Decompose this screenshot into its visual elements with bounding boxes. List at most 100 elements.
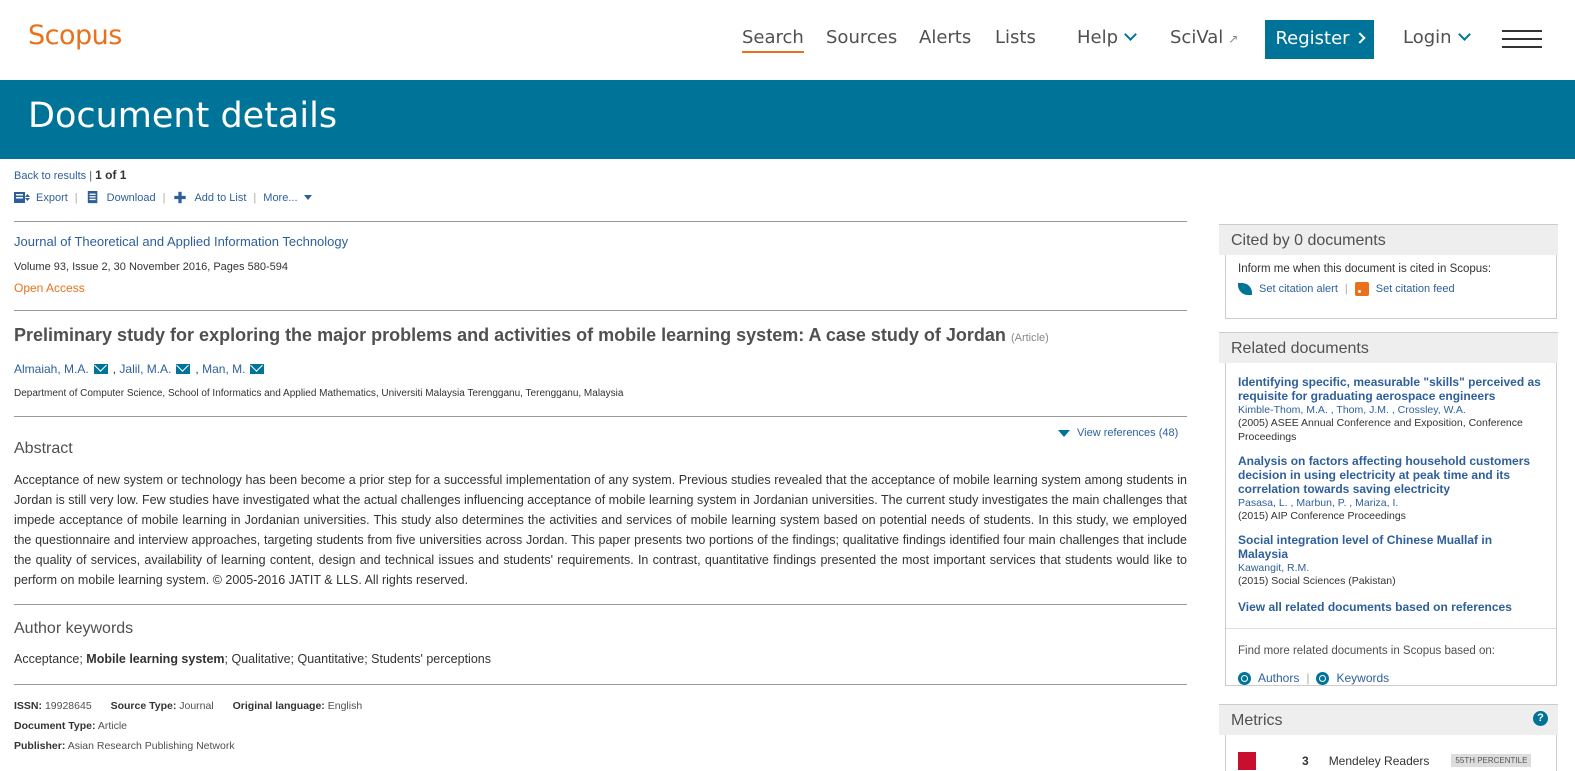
set-citation-alert-link[interactable]: Set citation alert — [1259, 283, 1338, 295]
email-icon[interactable] — [250, 364, 265, 374]
related-doc-source: (2005) ASEE Annual Conference and Exposi… — [1238, 417, 1523, 443]
nav-help[interactable]: Help — [1077, 27, 1137, 48]
alert-bell-icon — [1238, 283, 1252, 295]
cited-by-panel: Cited by 0 documents Inform me when this… — [1219, 224, 1558, 319]
language-value: English — [327, 700, 363, 712]
set-citation-feed-link[interactable]: Set citation feed — [1376, 283, 1455, 295]
source-type-label: Source Type: — [110, 700, 177, 712]
nav-login-label: Login — [1403, 27, 1452, 48]
keyword: Students' perceptions — [371, 652, 491, 666]
scopus-logo[interactable]: Scopus — [28, 20, 122, 51]
related-doc-item: Analysis on factors affecting household … — [1238, 454, 1544, 523]
metrics-panel: Metrics ? 3 Mendeley Readers 55TH PERCEN… — [1219, 704, 1558, 771]
nav-alerts[interactable]: Alerts — [919, 27, 971, 48]
export-button[interactable]: Export — [14, 191, 68, 204]
keyword: Acceptance — [14, 652, 80, 666]
cited-by-inform-text: Inform me when this document is cited in… — [1238, 263, 1492, 275]
author-link[interactable]: Jalil, M.A. — [119, 362, 171, 376]
related-docs-heading: Related documents — [1219, 332, 1558, 363]
results-nav: Back to results | 1 of 1 — [14, 168, 126, 182]
related-docs-panel: Related documents Identifying specific, … — [1219, 332, 1558, 686]
percentile-badge: 55TH PERCENTILE — [1451, 754, 1532, 767]
download-label: Download — [106, 191, 156, 204]
back-to-results-link[interactable]: Back to results — [14, 170, 86, 182]
nav-lists[interactable]: Lists — [995, 27, 1036, 48]
issn-label: ISSN: — [14, 700, 43, 712]
author-link[interactable]: Man, M. — [202, 362, 245, 376]
keyword: Mobile learning system — [86, 652, 225, 666]
search-icon — [1316, 671, 1330, 685]
doc-type-value: Article — [97, 720, 128, 732]
hamburger-menu-icon[interactable] — [1502, 30, 1542, 48]
divider — [14, 604, 1187, 605]
author-separator: , — [112, 362, 117, 376]
related-doc-authors[interactable]: Kimble-Thom, M.A. , Thom, J.M. , Crossle… — [1238, 404, 1544, 416]
document-type: (Article) — [1010, 332, 1049, 344]
related-doc-authors[interactable]: Kawangit, R.M. — [1238, 562, 1544, 574]
language-label: Original language: — [232, 700, 325, 712]
related-doc-authors[interactable]: Pasasa, L. , Marbun, P. , Mariza, I. — [1238, 497, 1544, 509]
author-list: Almaiah, M.A. , Jalil, M.A. , Man, M. — [14, 362, 269, 376]
divider — [14, 684, 1187, 685]
email-icon[interactable] — [176, 364, 191, 374]
nav-search[interactable]: Search — [742, 27, 804, 53]
related-doc-title[interactable]: Identifying specific, measurable "skills… — [1238, 375, 1544, 403]
keywords-heading: Author keywords — [14, 620, 134, 637]
rss-icon — [1354, 282, 1369, 296]
plumx-icon — [1238, 751, 1256, 770]
mendeley-label: Mendeley Readers — [1328, 753, 1430, 768]
metrics-header: Metrics ? — [1219, 704, 1558, 735]
cited-by-heading: Cited by 0 documents — [1219, 224, 1558, 255]
document-title: Preliminary study for exploring the majo… — [14, 325, 1187, 346]
abstract-heading: Abstract — [14, 440, 73, 457]
affiliation: Department of Computer Science, School o… — [14, 388, 624, 399]
register-button[interactable]: Register — [1265, 20, 1374, 59]
related-doc-title[interactable]: Social integration level of Chinese Mual… — [1238, 533, 1544, 561]
nav-scival[interactable]: SciVal ↗ — [1170, 27, 1238, 48]
external-link-icon: ↗ — [1228, 32, 1239, 46]
journal-link[interactable]: Journal of Theoretical and Applied Infor… — [14, 234, 348, 249]
more-label: More... — [263, 191, 298, 204]
triangle-down-icon — [1058, 429, 1070, 437]
more-menu-button[interactable]: More... — [263, 191, 312, 204]
open-access-badge: Open Access — [14, 281, 85, 295]
related-by-keywords-link[interactable]: Keywords — [1336, 671, 1389, 685]
download-icon — [87, 191, 97, 204]
nav-sources[interactable]: Sources — [826, 27, 897, 48]
keyword: Qualitative — [231, 652, 291, 666]
chevron-right-icon — [1353, 32, 1366, 44]
related-doc-item: Identifying specific, measurable "skills… — [1238, 375, 1544, 444]
add-to-list-button[interactable]: Add to List — [172, 191, 246, 204]
help-icon[interactable]: ? — [1533, 711, 1548, 726]
issn-value: 19928645 — [44, 700, 92, 712]
register-label: Register — [1275, 28, 1350, 49]
related-by-authors-link[interactable]: Authors — [1258, 671, 1299, 685]
doc-toolbar: Export | Download | Add to List | More..… — [14, 191, 312, 204]
related-doc-source: (2015) Social Sciences (Pakistan) — [1238, 575, 1396, 587]
related-doc-item: Social integration level of Chinese Mual… — [1238, 533, 1544, 588]
mendeley-count: 3 — [1302, 753, 1309, 768]
doc-type-label: Document Type: — [14, 720, 96, 732]
divider — [14, 416, 1187, 417]
result-position: 1 of 1 — [95, 168, 127, 182]
search-icon — [1238, 671, 1251, 685]
download-button[interactable]: Download — [85, 191, 156, 204]
source-type-value: Journal — [179, 700, 214, 712]
add-to-list-label: Add to List — [194, 191, 247, 204]
export-icon — [14, 192, 30, 203]
email-icon[interactable] — [93, 364, 108, 374]
divider — [14, 221, 1187, 222]
top-nav: Scopus Search Sources Alerts Lists Help … — [0, 0, 1575, 80]
export-label: Export — [36, 191, 68, 204]
nav-help-label: Help — [1077, 27, 1119, 48]
keyword-list: Acceptance; Mobile learning system; Qual… — [14, 652, 491, 666]
nav-login[interactable]: Login — [1403, 27, 1471, 48]
publisher-value: Asian Research Publishing Network — [67, 740, 235, 752]
view-references-link[interactable]: View references (48) — [1058, 427, 1178, 439]
plus-icon — [174, 191, 187, 204]
related-doc-title[interactable]: Analysis on factors affecting household … — [1238, 454, 1544, 496]
author-link[interactable]: Almaiah, M.A. — [14, 362, 89, 376]
view-all-related-link[interactable]: View all related documents based on refe… — [1238, 600, 1544, 614]
keyword: Quantitative — [297, 652, 365, 666]
chevron-down-icon — [1457, 28, 1471, 41]
